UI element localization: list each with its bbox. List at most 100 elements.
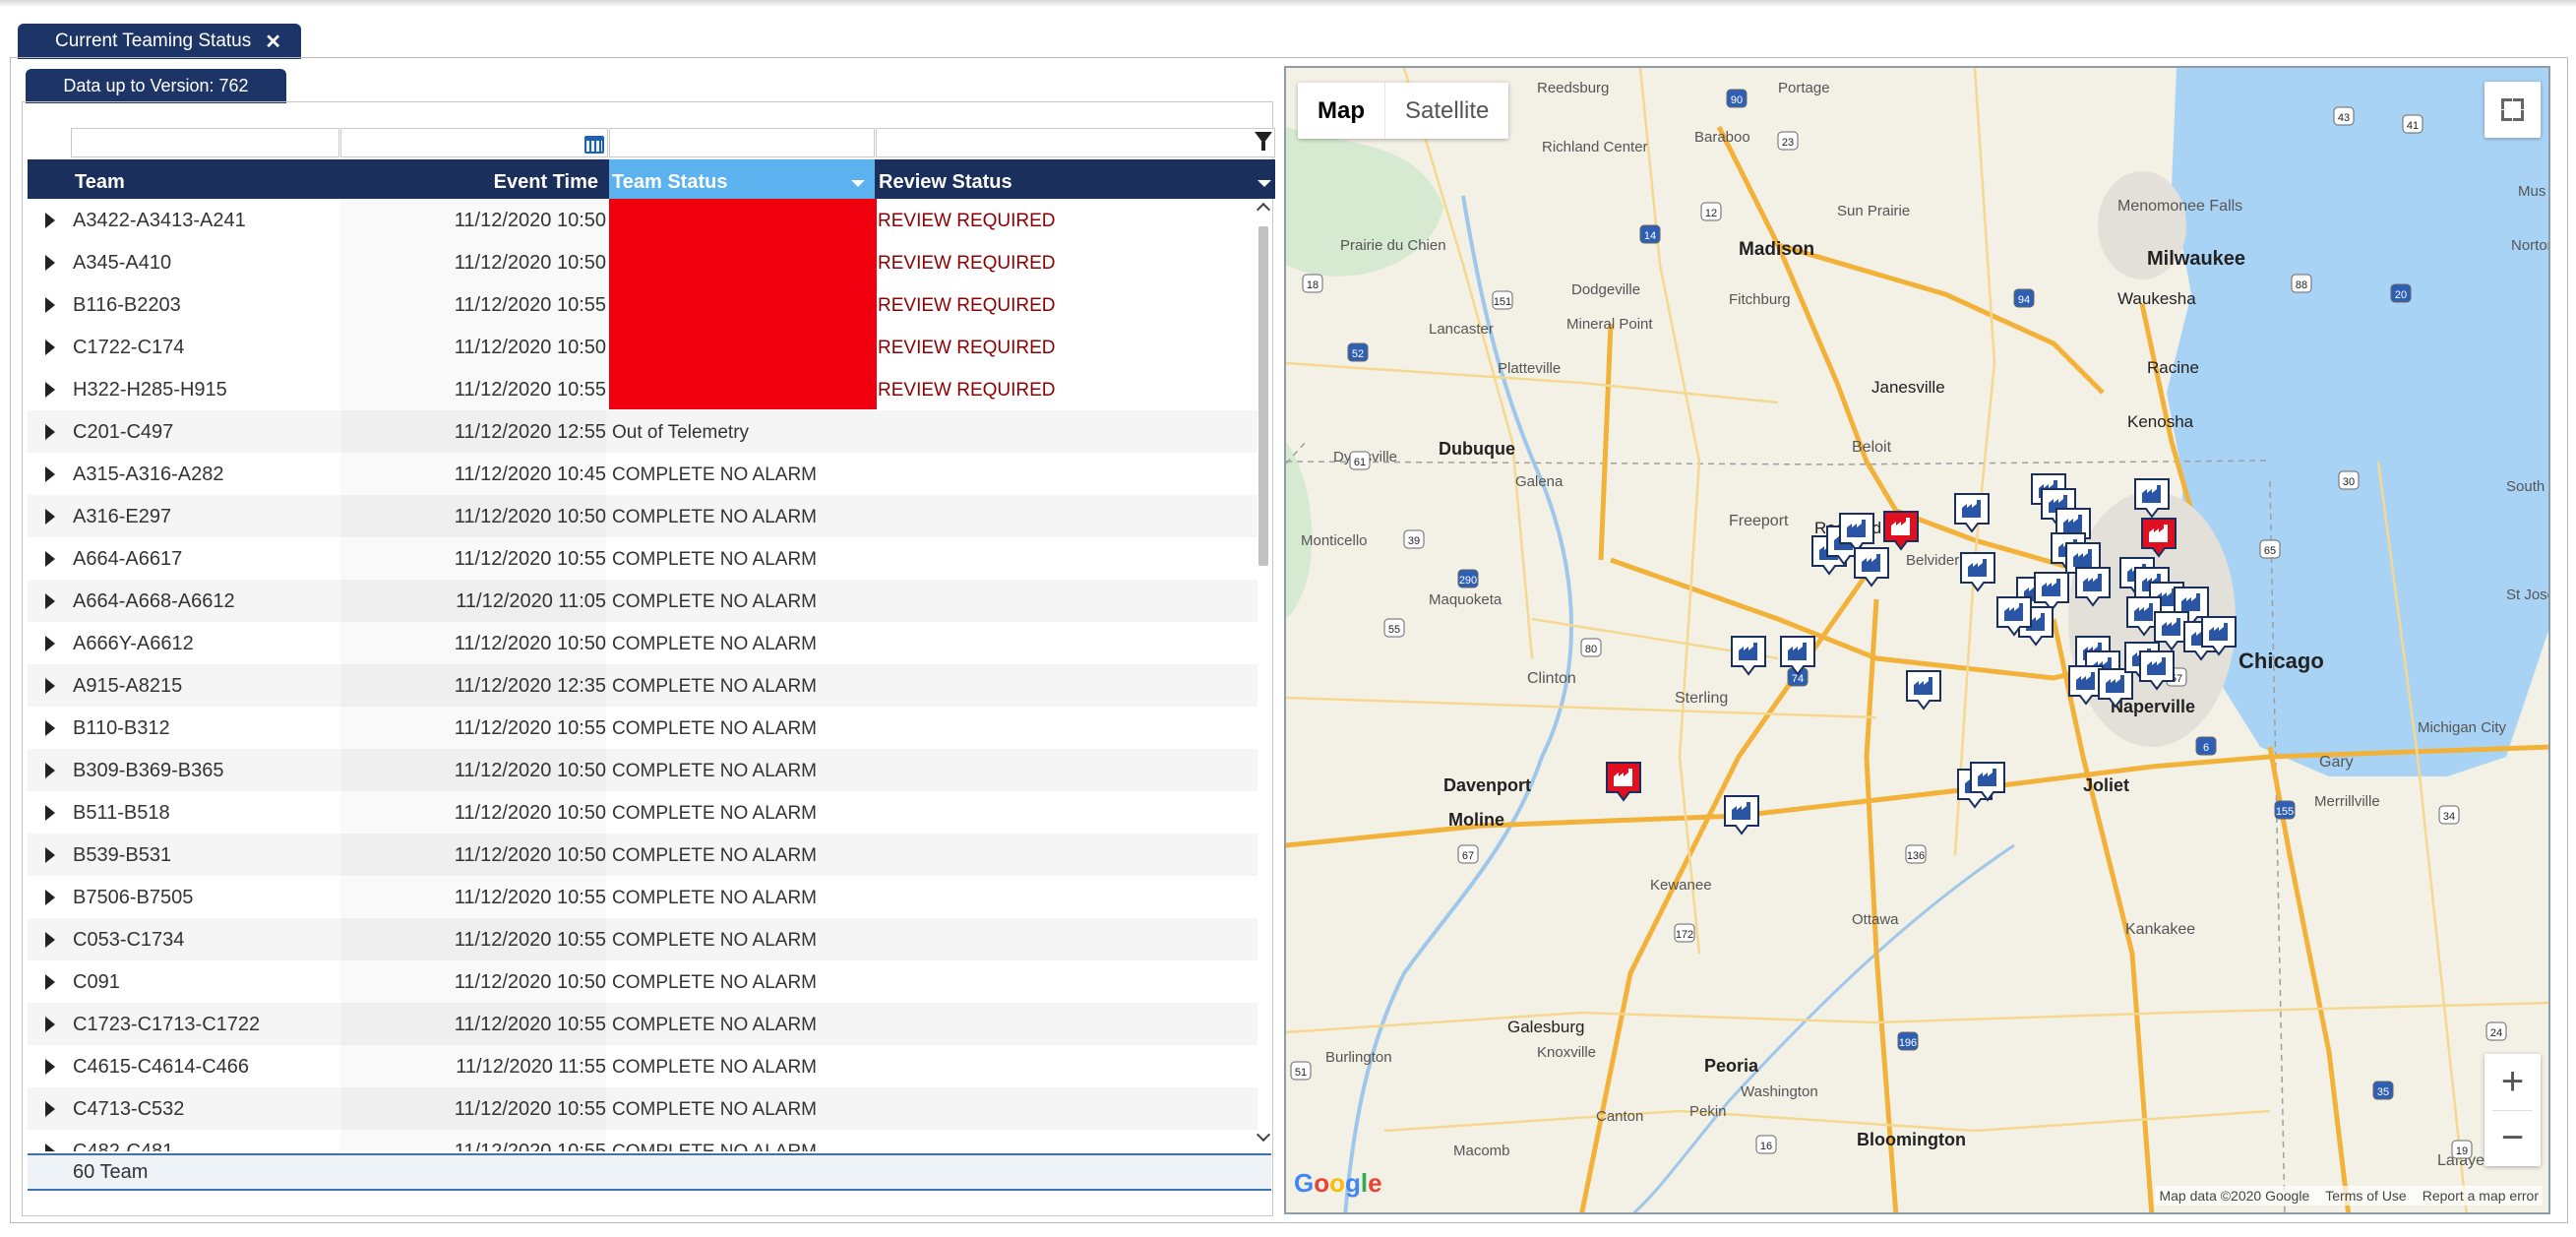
- expand-row-icon[interactable]: [45, 382, 55, 398]
- site-marker-icon[interactable]: [1906, 670, 1941, 711]
- expand-row-icon[interactable]: [45, 805, 55, 821]
- table-row[interactable]: B7506-B7505 11/12/2020 10:55 COMPLETE NO A…: [28, 876, 1257, 918]
- column-header-event-time[interactable]: Event Time: [340, 159, 608, 199]
- expand-row-icon[interactable]: [45, 678, 55, 694]
- expand-row-icon[interactable]: [45, 297, 55, 313]
- event-time-cell: 11/12/2020 10:55: [454, 379, 606, 401]
- alert-site-marker-icon[interactable]: [1606, 762, 1641, 802]
- table-row[interactable]: A664-A6617 11/12/2020 10:55 COMPLETE NO AL…: [28, 537, 1257, 580]
- expand-row-icon[interactable]: [45, 636, 55, 651]
- table-row[interactable]: A666Y-A6612 11/12/2020 10:50 COMPLETE NO A…: [28, 622, 1257, 664]
- map-view[interactable]: Reedsburg Portage Baraboo Richland Center Me…: [1284, 66, 2550, 1214]
- highway-shield-icon: 30: [2338, 470, 2360, 490]
- column-header-label: Team Status: [612, 171, 728, 193]
- zoom-in-button[interactable]: +: [2484, 1054, 2541, 1110]
- expand-row-icon[interactable]: [45, 593, 55, 609]
- map-city-label: Galesburg: [1507, 1018, 1584, 1036]
- site-marker-icon[interactable]: [1724, 795, 1759, 835]
- expand-row-icon[interactable]: [45, 340, 55, 355]
- table-row[interactable]: H322-H285-H915 11/12/2020 10:55 REVIEW REQ…: [28, 368, 1257, 410]
- site-marker-icon[interactable]: [1780, 636, 1815, 676]
- expand-row-icon[interactable]: [45, 720, 55, 736]
- terms-of-use-link[interactable]: Terms of Use: [2325, 1188, 2406, 1204]
- map-city-label: Platteville: [1498, 360, 1561, 377]
- tab-data-version[interactable]: Data up to Version: 762: [26, 69, 286, 103]
- site-marker-icon[interactable]: [1960, 552, 1995, 592]
- table-row[interactable]: B110-B312 11/12/2020 10:55 COMPLETE NO ALA…: [28, 707, 1257, 749]
- expand-row-icon[interactable]: [45, 974, 55, 990]
- svg-text:30: 30: [2343, 476, 2355, 488]
- table-row[interactable]: C482-C481 11/12/2020 10:55COMPLETE NO ALA…: [28, 1130, 1257, 1151]
- table-row[interactable]: C4713-C532 11/12/2020 10:55 COMPLETE NO AL…: [28, 1087, 1257, 1130]
- table-row[interactable]: A664-A668-A6612 11/12/2020 11:05 COMPLETE …: [28, 580, 1257, 622]
- close-icon[interactable]: ✕: [265, 30, 281, 54]
- map-city-label: Dubuque: [1439, 439, 1515, 459]
- team-cell: B7506-B7505: [73, 887, 194, 908]
- report-map-error-link[interactable]: Report a map error: [2423, 1188, 2539, 1204]
- column-header-team-status[interactable]: Team Status: [609, 159, 875, 199]
- map-canvas[interactable]: Reedsburg Portage Baraboo Richland Center Me…: [1286, 68, 2550, 1214]
- expand-row-icon[interactable]: [45, 847, 55, 863]
- alert-site-marker-icon[interactable]: [1883, 511, 1919, 551]
- expand-row-icon[interactable]: [45, 509, 55, 525]
- sort-caret-icon[interactable]: [1257, 180, 1271, 187]
- sort-caret-icon[interactable]: [851, 180, 865, 187]
- team-status-cell: COMPLETE NO ALARM: [609, 1130, 872, 1151]
- table-row[interactable]: C201-C497 11/12/2020 12:55 Out of Telemetr…: [28, 410, 1257, 453]
- expand-row-icon[interactable]: [45, 763, 55, 778]
- review-status-filter-input[interactable]: [876, 128, 1275, 157]
- forest-area: [1286, 442, 1313, 619]
- calendar-icon[interactable]: [584, 136, 604, 154]
- svg-text:55: 55: [1388, 624, 1400, 636]
- event-time-filter-input[interactable]: [340, 128, 608, 157]
- table-row[interactable]: C053-C1734 11/12/2020 10:55 COMPLETE NO AL…: [28, 918, 1257, 960]
- site-marker-icon[interactable]: [1731, 636, 1766, 676]
- expand-row-icon[interactable]: [45, 551, 55, 567]
- site-marker-icon[interactable]: [1954, 493, 1990, 533]
- table-row[interactable]: C1723-C1713-C1722 11/12/2020 10:55 COMPLET…: [28, 1003, 1257, 1045]
- expand-row-icon[interactable]: [45, 424, 55, 440]
- table-row[interactable]: A345-A410 11/12/2020 10:50 REVIEW REQUIRED: [28, 241, 1257, 283]
- column-header-review-status[interactable]: Review Status: [876, 159, 1275, 199]
- table-row[interactable]: C091 11/12/2020 10:50 COMPLETE NO ALARM: [28, 960, 1257, 1003]
- map-type-map-button[interactable]: Map: [1298, 83, 1384, 139]
- fullscreen-button[interactable]: [2484, 82, 2541, 138]
- filter-funnel-icon[interactable]: [1255, 132, 1272, 151]
- table-row[interactable]: C1722-C174 11/12/2020 10:50 REVIEW REQUIRE…: [28, 326, 1257, 368]
- highway-shield-icon: 172: [1674, 923, 1695, 943]
- table-row[interactable]: B511-B518 11/12/2020 10:50 COMPLETE NO ALA…: [28, 791, 1257, 834]
- table-row[interactable]: C4615-C4614-C466 11/12/2020 11:55 COMPLETE…: [28, 1045, 1257, 1087]
- team-filter-input[interactable]: [71, 128, 339, 157]
- expand-row-icon[interactable]: [45, 1144, 55, 1151]
- svg-text:18: 18: [1307, 279, 1319, 291]
- expand-row-icon[interactable]: [45, 932, 55, 948]
- column-header-team[interactable]: Team: [75, 159, 340, 199]
- tab-current-teaming-status[interactable]: Current Teaming Status ✕: [18, 24, 301, 59]
- table-row[interactable]: A915-A8215 11/12/2020 12:35 COMPLETE NO AL…: [28, 664, 1257, 707]
- expand-row-icon[interactable]: [45, 1017, 55, 1032]
- expand-row-icon[interactable]: [45, 1101, 55, 1117]
- table-row[interactable]: B309-B369-B365 11/12/2020 10:50 COMPLETE N…: [28, 749, 1257, 791]
- team-cell: A316-E297: [73, 506, 172, 527]
- zoom-out-button[interactable]: −: [2484, 1110, 2541, 1166]
- expand-row-icon[interactable]: [45, 213, 55, 228]
- team-status-filter-input[interactable]: [609, 128, 875, 157]
- review-status-cell: [875, 834, 1257, 876]
- map-city-label: Macomb: [1453, 1143, 1510, 1159]
- expand-row-icon[interactable]: [45, 1059, 55, 1075]
- map-type-satellite-button[interactable]: Satellite: [1384, 83, 1508, 139]
- map-city-label: Galena: [1515, 473, 1564, 490]
- expand-row-icon[interactable]: [45, 255, 55, 271]
- expand-row-icon[interactable]: [45, 890, 55, 905]
- google-logo[interactable]: Google: [1294, 1168, 1382, 1199]
- svg-text:41: 41: [2407, 120, 2419, 132]
- expand-row-icon[interactable]: [45, 466, 55, 482]
- table-row[interactable]: B116-B2203 11/12/2020 10:55 REVIEW REQUIRE…: [28, 283, 1257, 326]
- table-row[interactable]: B539-B531 11/12/2020 10:50 COMPLETE NO ALA…: [28, 834, 1257, 876]
- highway-shield-icon: 20: [2390, 283, 2412, 303]
- table-row[interactable]: A315-A316-A282 11/12/2020 10:45 COMPLETE N…: [28, 453, 1257, 495]
- table-row[interactable]: A3422-A3413-A241 11/12/2020 10:50 REVIEW R…: [28, 199, 1257, 241]
- team-cell: B309-B369-B365: [73, 760, 224, 781]
- map-city-label: Pekin: [1689, 1103, 1727, 1120]
- table-row[interactable]: A316-E297 11/12/2020 10:50 COMPLETE NO ALA…: [28, 495, 1257, 537]
